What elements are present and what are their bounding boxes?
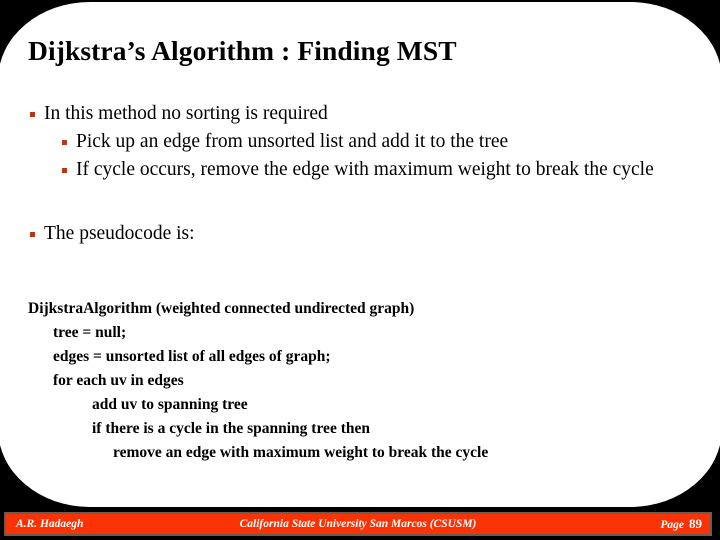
pseudocode-line: if there is a cycle in the spanning tree… xyxy=(92,420,370,437)
footer-institution: California State University San Marcos (… xyxy=(239,518,477,530)
list-item-label: In this method no sorting is required xyxy=(44,103,328,124)
pseudocode-block: DijkstraAlgorithm (weighted connected un… xyxy=(0,297,700,465)
list-item-label: The pseudocode is: xyxy=(44,223,195,244)
bullet-dot-icon xyxy=(62,168,67,173)
pseudocode-line: add uv to spanning tree xyxy=(92,396,248,413)
footer-page-number: 89 xyxy=(689,516,702,531)
bullet-dot-icon xyxy=(30,232,35,237)
list-item: In this method no sorting is required xyxy=(0,100,712,128)
list-item-label: Pick up an edge from unsorted list and a… xyxy=(76,131,509,152)
bullet-dot-icon xyxy=(62,140,67,145)
pseudocode-line: edges = unsorted list of all edges of gr… xyxy=(53,348,331,365)
slide: Dijkstra’s Algorithm : Finding MST In th… xyxy=(0,0,720,540)
footer-page: Page 89 xyxy=(660,514,702,535)
pseudocode-line: DijkstraAlgorithm (weighted connected un… xyxy=(28,300,415,317)
page-title: Dijkstra’s Algorithm : Finding MST xyxy=(28,35,457,66)
list-item: If cycle occurs, remove the edge with ma… xyxy=(0,156,712,184)
pseudocode-line: for each uv in edges xyxy=(53,372,184,389)
list-item: The pseudocode is: xyxy=(0,220,712,248)
pseudocode-line: tree = null; xyxy=(53,324,127,341)
slide-footer: A.R. Hadaegh California State University… xyxy=(4,512,712,536)
list-item-label: If cycle occurs, remove the edge with ma… xyxy=(76,159,654,180)
pseudocode-line: remove an edge with maximum weight to br… xyxy=(113,444,489,461)
bullet-dot-icon xyxy=(30,112,35,117)
footer-page-label: Page xyxy=(660,519,684,531)
list-item: Pick up an edge from unsorted list and a… xyxy=(0,128,712,156)
bullet-list: In this method no sorting is required Pi… xyxy=(0,100,712,248)
